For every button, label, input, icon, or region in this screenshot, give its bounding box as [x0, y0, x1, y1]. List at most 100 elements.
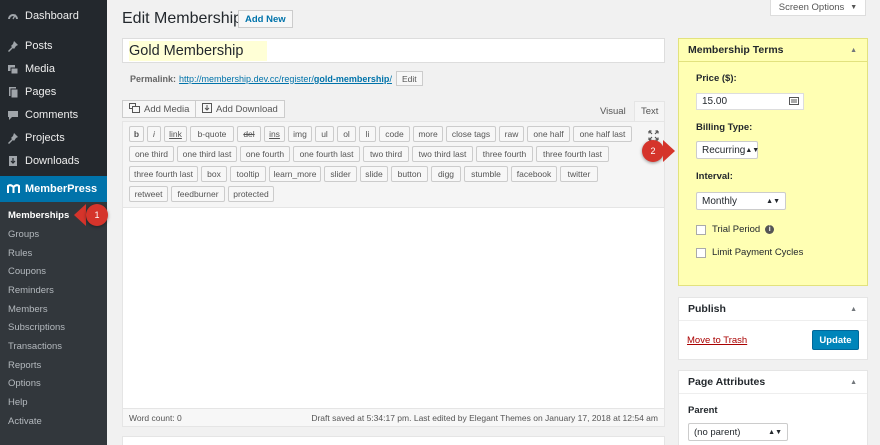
qt-digg[interactable]: digg	[431, 166, 461, 182]
submenu-activate[interactable]: Activate	[8, 416, 42, 427]
qt-three-fourth-last-2[interactable]: three fourth last	[129, 166, 198, 182]
permalink-edit-button[interactable]: Edit	[395, 71, 423, 86]
page-attributes-header[interactable]: Page Attributes ▲	[679, 371, 867, 394]
qt-slider[interactable]: slider	[324, 166, 357, 182]
qt-b[interactable]: b	[129, 126, 144, 142]
draft-status: Draft saved at 5:34:17 pm. Last edited b…	[311, 412, 658, 423]
qt-close-tags[interactable]: close tags	[446, 126, 496, 142]
qt-stumble[interactable]: stumble	[464, 166, 508, 182]
submenu-memberships[interactable]: Memberships	[8, 210, 69, 221]
qt-two-third-last[interactable]: two third last	[412, 146, 473, 162]
qt-del[interactable]: del	[237, 126, 261, 142]
qt-ul[interactable]: ul	[315, 126, 334, 142]
qt-twitter[interactable]: twitter	[560, 166, 598, 182]
qt-b-quote[interactable]: b-quote	[190, 126, 234, 142]
qt-ol[interactable]: ol	[337, 126, 356, 142]
add-media-button[interactable]: Add Media	[122, 100, 197, 118]
qt-three-fourth[interactable]: three fourth	[476, 146, 533, 162]
submenu-transactions[interactable]: Transactions	[8, 341, 62, 352]
submenu-reminders[interactable]: Reminders	[8, 285, 54, 296]
qt-ins[interactable]: ins	[264, 126, 285, 142]
move-to-trash-link[interactable]: Move to Trash	[687, 335, 747, 346]
trial-period-checkbox[interactable]: Trial Period i	[696, 224, 775, 235]
qt-raw[interactable]: raw	[499, 126, 524, 142]
qt-retweet[interactable]: retweet	[129, 186, 168, 202]
qt-i[interactable]: i	[147, 126, 161, 142]
membership-terms-box: Membership Terms ▲ Price ($): 15.00 Bill…	[678, 38, 868, 286]
submenu-reports[interactable]: Reports	[8, 360, 41, 371]
qt-one-fourth[interactable]: one fourth	[240, 146, 290, 162]
menu-posts-label: Posts	[25, 39, 53, 52]
pin-icon	[6, 131, 20, 145]
menu-posts[interactable]: Posts	[0, 34, 107, 57]
permalink-base: http://membership.dev.cc/register/	[179, 73, 314, 84]
post-editor: b i link b-quote del ins img ul ol li co…	[122, 121, 665, 427]
permalink-row: Permalink: http://membership.dev.cc/regi…	[130, 71, 423, 86]
qt-tooltip[interactable]: tooltip	[230, 166, 266, 182]
tab-text[interactable]: Text	[634, 101, 666, 121]
update-button[interactable]: Update	[812, 330, 859, 350]
tab-visual[interactable]: Visual	[594, 101, 632, 121]
submenu-coupons[interactable]: Coupons	[8, 266, 46, 277]
limit-payment-cycles-checkbox[interactable]: Limit Payment Cycles	[696, 247, 803, 258]
submenu-subscriptions[interactable]: Subscriptions	[8, 322, 65, 333]
parent-value: (no parent)	[694, 426, 741, 438]
qt-link[interactable]: link	[164, 126, 187, 142]
menu-downloads[interactable]: Downloads	[0, 149, 107, 172]
menu-dashboard[interactable]: Dashboard	[0, 4, 107, 27]
billing-type-value: Recurring	[702, 144, 746, 156]
submenu-rules[interactable]: Rules	[8, 248, 32, 259]
media-icon	[6, 62, 20, 76]
annotation-pointer-1	[74, 204, 86, 226]
collapse-arrow-icon[interactable]: ▲	[850, 306, 857, 313]
membership-terms-header[interactable]: Membership Terms ▲	[679, 39, 867, 62]
parent-select[interactable]: (no parent) ▲▼	[688, 423, 788, 441]
publish-box: Publish ▲ Move to Trash Update	[678, 297, 868, 360]
add-download-button[interactable]: Add Download	[195, 100, 285, 118]
menu-media[interactable]: Media	[0, 57, 107, 80]
qt-feedburner[interactable]: feedburner	[171, 186, 225, 202]
checkbox-box[interactable]	[696, 247, 706, 258]
price-input[interactable]: 15.00	[696, 93, 804, 110]
menu-pages[interactable]: Pages	[0, 80, 107, 103]
qt-one-third[interactable]: one third	[129, 146, 174, 162]
billing-type-select[interactable]: Recurring ▲▼	[696, 141, 759, 159]
info-icon[interactable]: i	[765, 225, 775, 234]
qt-one-third-last[interactable]: one third last	[177, 146, 237, 162]
publish-header[interactable]: Publish ▲	[679, 298, 867, 321]
submenu-help[interactable]: Help	[8, 397, 28, 408]
qt-two-third[interactable]: two third	[363, 146, 409, 162]
checkbox-box[interactable]	[696, 224, 706, 235]
qt-code[interactable]: code	[379, 126, 410, 142]
menu-memberpress[interactable]: MemberPress	[0, 176, 107, 202]
permalink-link[interactable]: http://membership.dev.cc/register/gold-m…	[179, 74, 392, 84]
page-attributes-title: Page Attributes	[688, 376, 766, 388]
add-new-button[interactable]: Add New	[238, 10, 293, 28]
menu-comments[interactable]: Comments	[0, 103, 107, 126]
qt-button[interactable]: button	[391, 166, 428, 182]
content-textarea[interactable]	[123, 208, 664, 408]
qt-more[interactable]: more	[413, 126, 443, 142]
qt-one-fourth-last[interactable]: one fourth last	[293, 146, 360, 162]
qt-one-half-last[interactable]: one half last	[573, 126, 632, 142]
qt-one-half[interactable]: one half	[527, 126, 570, 142]
interval-select[interactable]: Monthly ▲▼	[696, 192, 786, 210]
bottom-metabox	[122, 436, 665, 445]
submenu-members[interactable]: Members	[8, 304, 48, 315]
submenu-groups[interactable]: Groups	[8, 229, 39, 240]
submenu-options[interactable]: Options	[8, 378, 41, 389]
qt-three-fourth-last[interactable]: three fourth last	[536, 146, 609, 162]
collapse-arrow-icon[interactable]: ▲	[850, 47, 857, 54]
menu-dashboard-label: Dashboard	[25, 9, 79, 22]
post-title-input[interactable]: Gold Membership	[122, 38, 665, 63]
qt-facebook[interactable]: facebook	[511, 166, 557, 182]
qt-li[interactable]: li	[359, 126, 376, 142]
menu-projects[interactable]: Projects	[0, 126, 107, 149]
qt-slide[interactable]: slide	[360, 166, 388, 182]
qt-img[interactable]: img	[288, 126, 312, 142]
qt-learn-more[interactable]: learn_more	[269, 166, 321, 182]
qt-box[interactable]: box	[201, 166, 227, 182]
qt-protected[interactable]: protected	[228, 186, 274, 202]
screen-options-button[interactable]: Screen Options ▼	[770, 0, 866, 16]
collapse-arrow-icon[interactable]: ▲	[850, 379, 857, 386]
